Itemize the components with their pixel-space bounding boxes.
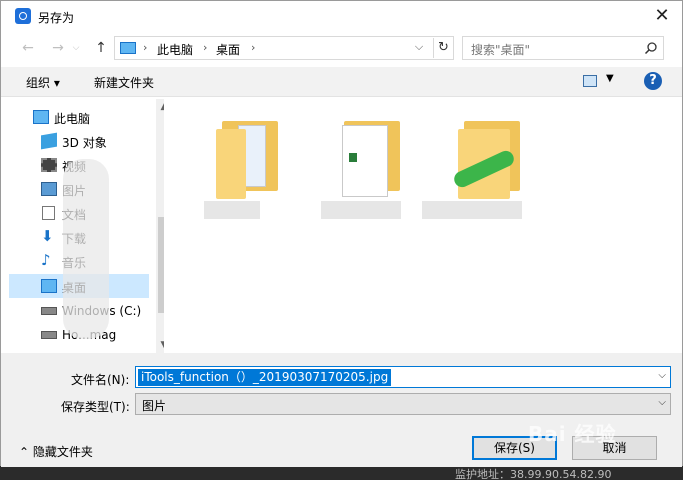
window-title: 另存为 xyxy=(38,11,75,25)
breadcrumb-this-pc[interactable]: 此电脑 xyxy=(157,41,193,58)
file-name-blurred xyxy=(321,201,401,219)
scroll-up-icon[interactable]: ▲ xyxy=(156,99,164,115)
recent-locations-button[interactable]: ⌵ xyxy=(67,39,85,57)
hide-folders-toggle[interactable]: ⌃ 隐藏文件夹 xyxy=(19,443,93,460)
filetype-dropdown-icon[interactable]: ⌵ xyxy=(658,397,666,408)
filename-value[interactable]: iTools_function（）_20190307170205.jpg xyxy=(138,369,392,386)
documents-icon xyxy=(42,206,55,220)
filename-label: 文件名(N): xyxy=(71,373,130,387)
nav-item-this-pc[interactable]: 此电脑 xyxy=(9,105,149,129)
up-button[interactable]: ↑ xyxy=(92,39,110,57)
address-dropdown-icon[interactable]: ⌵ xyxy=(412,40,426,56)
background-text: 监护地址：38.99.90.54.82.90 xyxy=(455,468,612,480)
address-bar[interactable]: › 此电脑 › 桌面 › ⌵ ↻ xyxy=(114,36,454,60)
back-button[interactable]: ← xyxy=(19,39,37,57)
search-box[interactable]: 搜索"桌面" xyxy=(462,36,664,60)
computer-icon xyxy=(120,42,136,54)
nav-scrollbar[interactable]: ▲ ▼ xyxy=(156,99,164,353)
app-icon xyxy=(15,8,31,24)
close-button[interactable]: ✕ xyxy=(647,3,677,29)
forward-button[interactable]: → xyxy=(49,39,67,57)
file-thumbnail-icon xyxy=(349,153,357,162)
desktop-icon xyxy=(41,279,57,293)
folder-item[interactable] xyxy=(422,111,526,221)
file-name-blurred xyxy=(204,201,260,219)
title-bar: 另存为 ✕ xyxy=(1,1,682,32)
help-icon[interactable]: ? xyxy=(644,72,662,90)
3d-objects-icon xyxy=(41,132,57,150)
pictures-icon xyxy=(41,182,57,196)
breadcrumb-separator: › xyxy=(203,41,208,54)
breadcrumb-desktop[interactable]: 桌面 xyxy=(216,41,240,58)
organize-button[interactable]: 组织 ▾ xyxy=(26,74,60,91)
filetype-label: 保存类型(T): xyxy=(61,400,130,414)
save-as-dialog: 另存为 ✕ ← → ⌵ ↑ › 此电脑 › 桌面 › ⌵ ↻ 搜索"桌面" 组织… xyxy=(0,0,683,467)
file-name-blurred xyxy=(422,201,522,219)
file-list xyxy=(166,99,682,353)
filetype-select[interactable]: 图片 ⌵ xyxy=(135,393,671,415)
save-form: 文件名(N): iTools_function（）_20190307170205… xyxy=(1,353,682,467)
filename-dropdown-icon[interactable]: ⌵ xyxy=(658,370,666,381)
view-icon[interactable] xyxy=(583,75,597,87)
video-icon xyxy=(41,158,57,172)
drive-icon xyxy=(41,307,57,315)
scroll-thumb[interactable] xyxy=(158,217,164,313)
computer-icon xyxy=(33,110,49,124)
breadcrumb-separator: › xyxy=(251,41,256,54)
new-folder-button[interactable]: 新建文件夹 xyxy=(94,74,154,91)
view-dropdown-icon[interactable]: ▼ xyxy=(606,73,614,84)
music-icon: ♪ xyxy=(41,251,51,269)
download-icon: ⬇ xyxy=(41,227,54,245)
command-toolbar: 组织 ▾ 新建文件夹 ▼ ? xyxy=(1,67,682,97)
navigation-pane: 此电脑 3D 对象 视频 图片 文档 ⬇ 下载 ♪ 音乐 桌面 xyxy=(9,99,164,353)
scroll-down-icon[interactable]: ▼ xyxy=(156,337,164,353)
redaction-blur xyxy=(63,159,109,339)
nav-item-label: 3D 对象 xyxy=(62,136,107,150)
filename-input[interactable]: iTools_function（）_20190307170205.jpg ⌵ xyxy=(135,366,671,388)
folder-item[interactable] xyxy=(316,111,406,221)
breadcrumb-separator: › xyxy=(143,41,148,54)
nav-item-label: 此电脑 xyxy=(54,112,91,126)
filetype-value: 图片 xyxy=(142,399,167,413)
folder-item[interactable] xyxy=(194,111,284,221)
search-icon xyxy=(644,42,657,55)
drive-icon xyxy=(41,331,57,339)
folder-flap xyxy=(216,129,246,199)
search-placeholder: 搜索"桌面" xyxy=(471,43,531,57)
watermark-logo: Bai 经验 xyxy=(528,422,617,446)
refresh-button[interactable]: ↻ xyxy=(433,38,453,58)
nav-item-3d-objects[interactable]: 3D 对象 xyxy=(9,129,149,153)
